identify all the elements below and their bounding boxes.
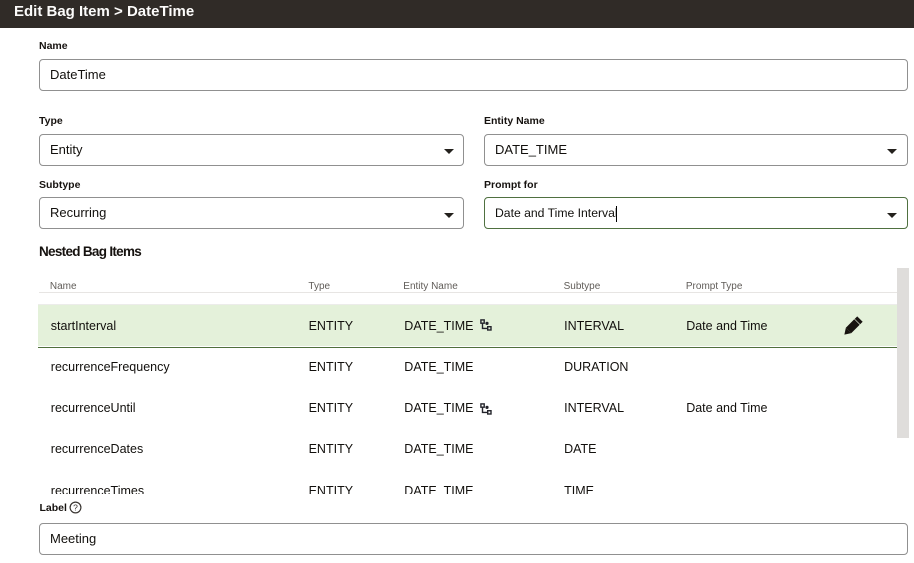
svg-text:?: ? — [73, 503, 78, 513]
